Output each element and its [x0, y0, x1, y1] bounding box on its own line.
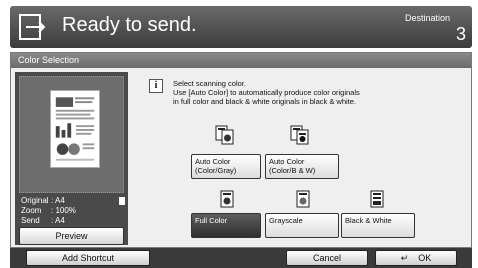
send-value: : A4 — [51, 216, 65, 225]
page-title: Ready to send. — [62, 14, 197, 36]
cancel-button[interactable]: Cancel — [286, 250, 368, 266]
page-orientation-icon — [119, 197, 125, 205]
zoom-value: : 100% — [51, 206, 76, 215]
zoom-row: Zoom : 100% — [21, 206, 76, 215]
zoom-label: Zoom — [21, 206, 42, 215]
option-label: Grayscale — [269, 216, 303, 225]
auto-color-gray-button[interactable]: Auto Color (Color/Gray) — [191, 154, 261, 179]
grayscale-icon — [296, 190, 310, 208]
option-label: (Color/B & W) — [269, 166, 316, 175]
header-bar: Ready to send. Destination 3 — [10, 6, 472, 48]
option-label: Black & White — [345, 216, 392, 225]
preview-column: Original: A4 Zoom: 100% Send: A4 Preview — [15, 72, 128, 245]
add-shortcut-button[interactable]: Add Shortcut — [26, 250, 150, 266]
message-line: Use [Auto Color] to automatically produc… — [173, 88, 360, 97]
footer-bar: Add Shortcut Cancel ↵ OK — [10, 248, 472, 268]
document-thumbnail-icon — [50, 90, 100, 168]
message-line: Select scanning color. — [173, 79, 246, 88]
ok-button[interactable]: ↵ OK — [375, 250, 457, 266]
full-color-button[interactable]: Full Color — [191, 213, 261, 238]
message-line: in full color and black & white original… — [173, 97, 357, 106]
send-label: Send — [21, 216, 40, 225]
option-label: Auto Color — [269, 157, 305, 166]
original-size-row: Original: A4 — [21, 196, 65, 205]
original-value: : A4 — [51, 196, 65, 205]
send-icon — [19, 14, 46, 40]
panel-title: Color Selection — [11, 53, 471, 68]
info-icon: i — [149, 79, 163, 93]
preview-area — [19, 76, 124, 193]
option-label: Auto Color — [195, 157, 231, 166]
instruction-message: Select scanning color. Use [Auto Color] … — [173, 79, 463, 106]
color-selection-panel: Color Selection Original: A4 Zoom: 100… — [10, 52, 472, 248]
preview-button[interactable]: Preview — [19, 227, 124, 245]
full-color-icon — [220, 190, 234, 208]
grayscale-button[interactable]: Grayscale — [265, 213, 339, 238]
enter-icon: ↵ — [400, 253, 409, 263]
send-size-row: Send : A4 — [21, 216, 65, 225]
auto-color-bw-icon — [290, 125, 309, 145]
ok-label: OK — [418, 253, 432, 263]
auto-color-bw-button[interactable]: Auto Color (Color/B & W) — [265, 154, 339, 179]
auto-color-gray-icon — [215, 125, 234, 145]
destination-count: 3 — [455, 24, 466, 44]
black-white-button[interactable]: Black & White — [341, 213, 415, 238]
destination-label: Destination — [404, 13, 450, 23]
original-label: Original — [21, 196, 49, 205]
black-white-icon — [370, 190, 384, 208]
option-label: Full Color — [195, 216, 228, 225]
option-label: (Color/Gray) — [195, 166, 237, 175]
